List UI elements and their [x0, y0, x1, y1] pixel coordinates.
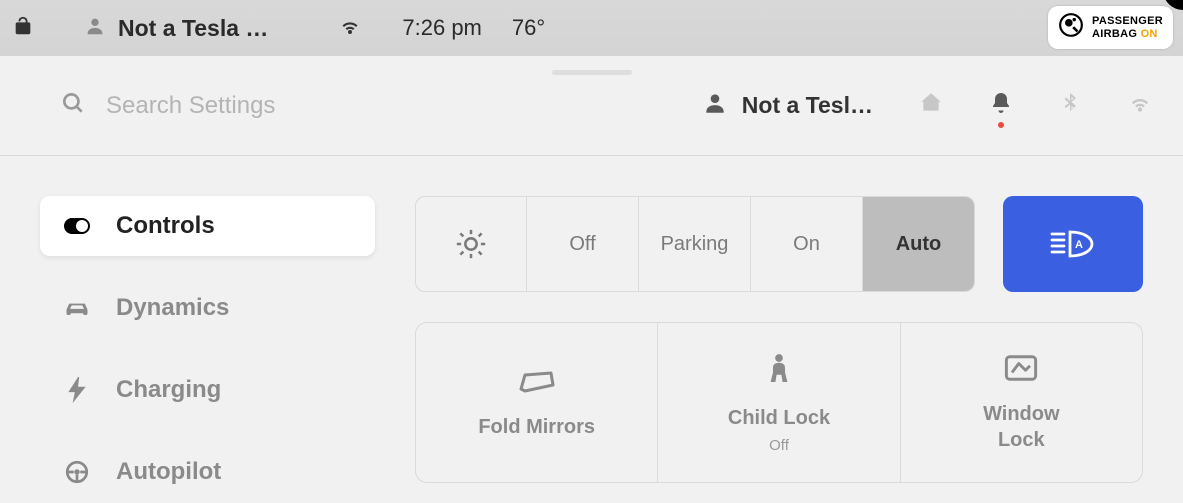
status-profile-name: Not a Tesla …	[118, 15, 268, 42]
wifi-icon[interactable]	[338, 14, 362, 43]
notifications-icon[interactable]	[989, 91, 1013, 120]
sidebar-item-label: Charging	[116, 376, 221, 404]
user-icon	[702, 90, 728, 121]
card-label: Fold Mirrors	[478, 414, 595, 440]
search-area[interactable]	[60, 90, 406, 121]
status-profile[interactable]: Not a Tesla …	[84, 15, 268, 42]
drag-handle[interactable]	[552, 70, 632, 75]
lock-icon[interactable]	[12, 15, 34, 42]
card-fold-mirrors[interactable]: Fold Mirrors	[416, 323, 657, 482]
lights-option-auto[interactable]: Auto	[862, 197, 974, 291]
card-label: Window Lock	[983, 401, 1059, 453]
notification-dot	[998, 122, 1004, 128]
controls-toggle-icon	[62, 218, 92, 234]
svg-text:A: A	[1075, 239, 1083, 251]
wifi-settings-icon[interactable]	[1127, 90, 1153, 121]
sidebar-item-dynamics[interactable]: Dynamics	[40, 278, 375, 338]
airbag-line1: PASSENGER	[1092, 15, 1163, 27]
sidebar: Controls Dynamics Charging Autopilot	[0, 156, 405, 503]
sidebar-item-label: Controls	[116, 212, 215, 240]
quick-action-cards: Fold Mirrors Child Lock Off Window Lock	[415, 322, 1143, 483]
bolt-icon	[62, 377, 92, 403]
headlights-icon	[416, 197, 526, 291]
child-icon	[764, 352, 794, 393]
car-icon	[62, 298, 92, 318]
search-icon	[60, 90, 86, 121]
lights-option-parking[interactable]: Parking	[638, 197, 750, 291]
sidebar-item-autopilot[interactable]: Autopilot	[40, 442, 375, 502]
main-area: Controls Dynamics Charging Autopilot	[0, 156, 1183, 503]
sidebar-item-label: Dynamics	[116, 294, 229, 322]
status-temperature: 76°	[512, 15, 545, 41]
airbag-text: PASSENGER AIRBAG ON	[1092, 15, 1163, 39]
search-input[interactable]	[106, 92, 406, 120]
mirror-icon	[515, 365, 559, 402]
airbag-line2: AIRBAG ON	[1092, 28, 1163, 40]
lights-option-on[interactable]: On	[750, 197, 862, 291]
card-window-lock[interactable]: Window Lock	[900, 323, 1142, 482]
sidebar-item-charging[interactable]: Charging	[40, 360, 375, 420]
passenger-airbag-badge: PASSENGER AIRBAG ON	[1048, 6, 1173, 49]
header-right-icons: Not a Tesl…	[702, 90, 1153, 121]
card-child-lock[interactable]: Child Lock Off	[657, 323, 899, 482]
status-bar: Not a Tesla … 7:26 pm 76° PASSENGER AIRB…	[0, 0, 1183, 56]
airbag-icon	[1058, 12, 1084, 43]
settings-header: Not a Tesl…	[0, 56, 1183, 156]
status-left	[12, 15, 34, 42]
lights-row: Off Parking On Auto A	[415, 196, 1143, 292]
content: Off Parking On Auto A	[405, 156, 1183, 503]
header-profile[interactable]: Not a Tesl…	[702, 90, 873, 121]
header-profile-name: Not a Tesl…	[742, 92, 873, 119]
headlights-segment: Off Parking On Auto	[415, 196, 975, 292]
steering-wheel-icon	[62, 459, 92, 485]
sidebar-item-controls[interactable]: Controls	[40, 196, 375, 256]
status-time: 7:26 pm	[402, 15, 482, 41]
bluetooth-icon[interactable]	[1058, 91, 1082, 120]
card-label: Child Lock	[728, 405, 830, 431]
window-lock-icon	[1003, 352, 1039, 389]
user-icon	[84, 15, 106, 42]
homelink-icon[interactable]	[918, 90, 944, 121]
sidebar-item-label: Autopilot	[116, 458, 221, 486]
auto-high-beam-button[interactable]: A	[1003, 196, 1143, 292]
lights-option-off[interactable]: Off	[526, 197, 638, 291]
card-sublabel: Off	[769, 437, 789, 454]
